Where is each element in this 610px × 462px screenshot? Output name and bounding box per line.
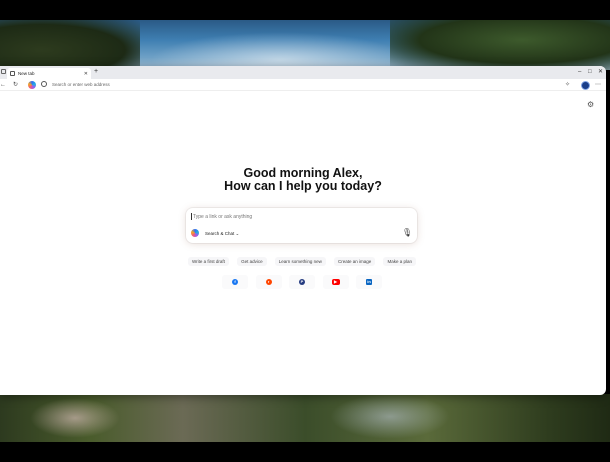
sidebar-icon[interactable] — [1, 69, 6, 74]
prompt-box[interactable]: Type a link or ask anything Search & Cha… — [186, 208, 417, 243]
suggestion-chips: Write a first draft Get advice Learn som… — [188, 257, 416, 266]
facebook-icon: f — [232, 279, 238, 285]
chip-get-advice[interactable]: Get advice — [237, 257, 267, 266]
close-window-button[interactable]: ✕ — [598, 68, 603, 76]
paypal-icon: P — [299, 279, 305, 285]
text-cursor — [191, 213, 192, 220]
linkedin-icon: in — [366, 279, 372, 285]
wallpaper-bottom — [0, 394, 610, 442]
profile-avatar[interactable] — [581, 81, 590, 90]
back-button[interactable]: ← — [0, 80, 6, 90]
toolbar: ← ↻ Search or enter web address ✧ ⋯ — [0, 79, 606, 91]
more-menu-button[interactable]: ⋯ — [595, 81, 601, 89]
shortcut-youtube[interactable]: ▶ — [322, 275, 349, 289]
reddit-icon: r — [265, 279, 272, 285]
chevron-down-icon: ⌄ — [235, 231, 240, 236]
chip-learn-new[interactable]: Learn something new — [274, 257, 326, 266]
settings-gear-icon[interactable]: ⚙ — [587, 100, 594, 109]
shortcut-paypal[interactable]: P — [289, 275, 315, 289]
maximize-button[interactable]: □ — [588, 68, 592, 76]
shortcut-linkedin[interactable]: in — [356, 275, 382, 289]
new-tab-button[interactable]: + — [94, 68, 98, 76]
prompt-input[interactable]: Type a link or ask anything — [193, 214, 252, 220]
chip-write-draft[interactable]: Write a first draft — [188, 257, 229, 266]
address-bar[interactable]: Search or enter web address — [52, 82, 110, 87]
mode-selector[interactable]: Search & Chat ⌄ — [205, 231, 239, 237]
shortcut-reddit[interactable]: r — [255, 275, 282, 289]
greeting-line-2: How can I help you today? — [224, 179, 382, 193]
tab-title: New tab — [18, 71, 35, 76]
chip-make-plan[interactable]: Make a plan — [383, 257, 416, 266]
copilot-logo-icon[interactable] — [28, 81, 36, 89]
minimize-button[interactable]: – — [578, 68, 581, 76]
microphone-icon[interactable]: 🎙 — [402, 228, 412, 237]
browser-window: New tab ✕ + – □ ✕ ← ↻ Search or enter we… — [0, 66, 606, 395]
shortcut-facebook[interactable]: f — [222, 275, 248, 289]
close-tab-icon[interactable]: ✕ — [84, 71, 88, 77]
search-icon — [41, 81, 47, 87]
wallpaper-top — [0, 20, 610, 72]
extensions-icon[interactable]: ✧ — [565, 81, 570, 89]
chip-create-image[interactable]: Create an image — [334, 257, 376, 266]
tab-bar: New tab ✕ + – □ ✕ — [0, 66, 606, 79]
copilot-icon — [191, 229, 199, 237]
refresh-button[interactable]: ↻ — [13, 80, 18, 90]
shortcut-tiles: f r P ▶ in — [222, 275, 382, 289]
desktop: New tab ✕ + – □ ✕ ← ↻ Search or enter we… — [0, 0, 610, 462]
youtube-icon: ▶ — [331, 279, 340, 285]
mode-label: Search & Chat — [205, 231, 235, 236]
tab-favicon-icon — [10, 71, 15, 76]
tab-new-tab[interactable]: New tab ✕ — [7, 68, 91, 79]
